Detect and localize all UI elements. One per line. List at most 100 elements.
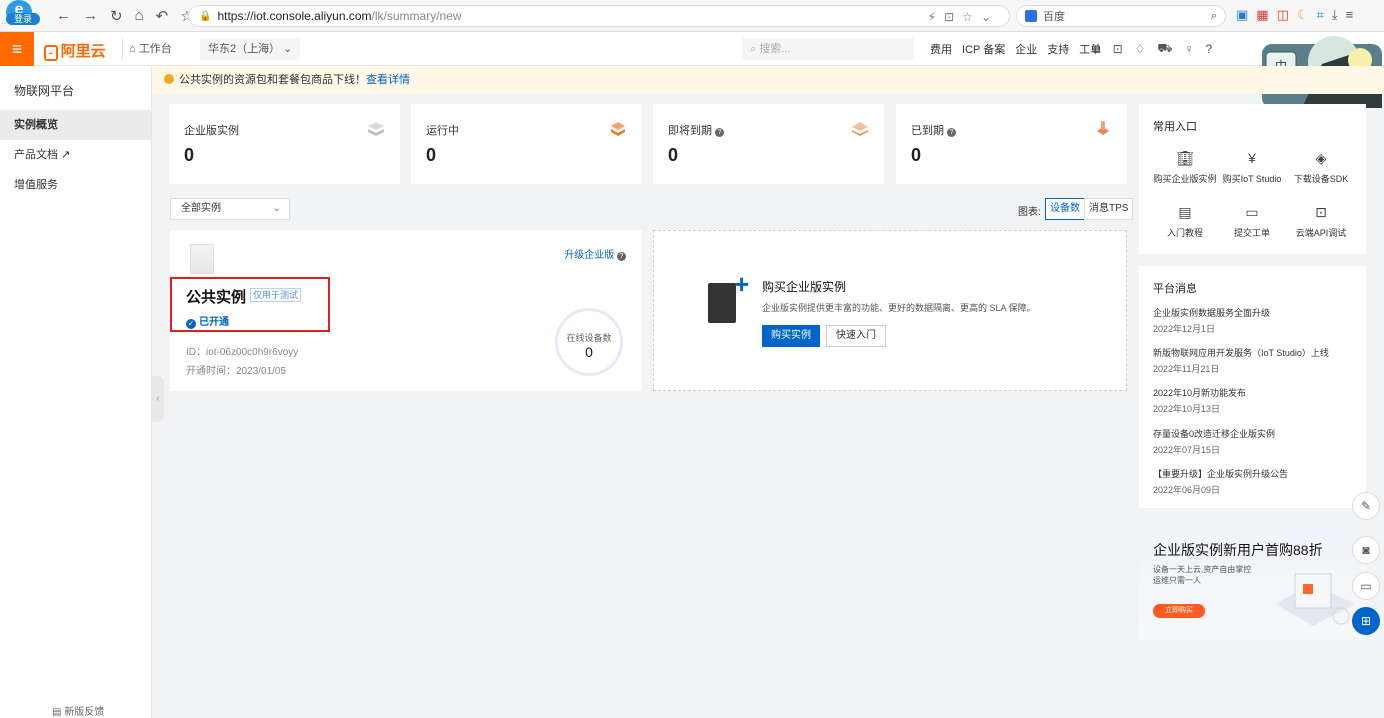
console-search-input[interactable]: ⌕ 搜索... <box>742 38 914 60</box>
messages-title: 平台消息 <box>1153 283 1197 295</box>
workbench-link[interactable]: ⌂ 工作台 <box>122 38 178 60</box>
apps-icon[interactable]: ▦ <box>1256 7 1268 23</box>
screenshot-icon[interactable]: ⊡ <box>944 10 954 24</box>
extension-icon[interactable]: ▣ <box>1236 7 1248 23</box>
code-icon[interactable]: ⧉ <box>1092 42 1101 57</box>
logo-text: 阿里云 <box>60 43 106 60</box>
edit-icon[interactable]: ✎ <box>1352 492 1380 520</box>
message-item[interactable]: 【重要升级】企业版实例升级公告 2022年06月09日 <box>1153 467 1358 496</box>
search-icon[interactable]: ⌕ <box>1211 10 1217 23</box>
terminal-icon[interactable]: ⊡ <box>1113 42 1123 56</box>
workbench-label: 工作台 <box>138 43 172 55</box>
sidebar-item-value-added[interactable]: 增值服务 <box>0 170 151 200</box>
address-bar[interactable]: 🔒 https://iot.console.aliyun.com/lk/summ… <box>188 5 1010 27</box>
forward-icon[interactable]: → <box>83 7 98 25</box>
entry-label: 购买IoT Studio <box>1222 174 1282 184</box>
instance-image <box>190 244 214 274</box>
message-item[interactable]: 企业版实例数据服务全面升级 2022年12月1日 <box>1153 306 1358 335</box>
pdf-icon[interactable]: ◫ <box>1277 7 1289 23</box>
book-icon: ▤ <box>1178 204 1192 220</box>
sidebar-collapse-button[interactable]: ‹ <box>152 376 164 422</box>
baidu-icon <box>1025 10 1037 22</box>
filter-value: 全部实例 <box>181 203 221 214</box>
public-instance-card[interactable]: 升级企业版 ? 公共实例 仅用于测试 ✓ 已开通 ID：iot-06z00c0h9… <box>170 230 642 391</box>
download-icon[interactable]: ⤓ <box>1332 7 1338 23</box>
url-host: https://iot.console.aliyun.com <box>217 9 372 23</box>
home-icon[interactable]: ⌂ <box>135 7 144 25</box>
promo-banner[interactable]: 企业版实例新用户首购88折 设备一天上云,资产自由掌控 运维只需一人 立即购买 <box>1139 518 1366 640</box>
hamburger-menu-button[interactable]: ≡ <box>0 32 34 66</box>
plus-icon: + <box>734 269 750 299</box>
search-placeholder: 搜索... <box>759 43 791 55</box>
buy-title: 购买企业版实例 <box>762 280 847 294</box>
promo-buy-button[interactable]: 立即购买 <box>1153 604 1205 618</box>
entry-buy-iot-studio[interactable]: ¥ 购买IoT Studio <box>1216 150 1288 185</box>
stat-card-running: 运行中 0 <box>411 104 642 184</box>
dropdown-icon[interactable]: ⌄ <box>981 10 991 24</box>
entry-tutorial[interactable]: ▤ 入门教程 <box>1149 204 1221 239</box>
region-label: 华东2（上海） <box>208 43 281 55</box>
sidebar-item-overview[interactable]: 实例概览 <box>0 110 151 140</box>
message-title: 新版物联网应用开发服务（IoT Studio）上线 <box>1153 348 1329 358</box>
undo-icon[interactable]: ↶ <box>156 7 169 25</box>
favorite-icon[interactable]: ☆ <box>962 10 973 24</box>
cart-icon[interactable]: ⛟ <box>1157 41 1172 57</box>
help-icon[interactable]: ? <box>617 252 626 261</box>
quick-start-button[interactable]: 快速入门 <box>826 325 886 347</box>
promo-line: 设备一天上云,资产自由掌控 <box>1153 565 1252 574</box>
promo-line: 运维只需一人 <box>1153 576 1201 585</box>
lightning-icon[interactable]: ⚡ <box>928 10 936 24</box>
crop-icon[interactable]: ⌗ <box>1317 7 1324 23</box>
entry-api-debug[interactable]: ⊡ 云端API调试 <box>1285 204 1357 239</box>
sidebar-item-docs[interactable]: 产品文档 ↗ <box>0 140 151 170</box>
help-icon[interactable]: ? <box>947 128 957 137</box>
entry-buy-enterprise[interactable]: 🏢︎ 购买企业版实例 <box>1149 150 1221 185</box>
buy-enterprise-card: + 购买企业版实例 企业版实例提供更丰富的功能、更好的数据隔离、更高的 SLA … <box>653 230 1127 391</box>
back-icon[interactable]: ← <box>56 7 71 25</box>
top-link-support[interactable]: 支持 <box>1047 41 1069 57</box>
tab-message-tps[interactable]: 消息TPS <box>1084 198 1134 220</box>
help-icon[interactable]: ? <box>715 128 725 137</box>
entry-submit-ticket[interactable]: ▭ 提交工单 <box>1216 204 1288 239</box>
instance-filter-select[interactable]: 全部实例 ⌄ <box>170 198 290 220</box>
browser-login-button[interactable]: 登录 <box>6 13 40 25</box>
message-item[interactable]: 新版物联网应用开发服务（IoT Studio）上线 2022年11月21日 <box>1153 346 1358 375</box>
chat-icon[interactable]: ▭ <box>1352 572 1380 600</box>
bulb-icon[interactable]: ♀ <box>1185 42 1194 56</box>
entry-label: 下载设备SDK <box>1293 174 1349 184</box>
upgrade-label: 升级企业版 <box>564 250 615 261</box>
stat-value: 0 <box>426 145 437 165</box>
message-date: 2022年12月1日 <box>1153 324 1216 334</box>
top-link-billing[interactable]: 费用 <box>930 41 952 57</box>
stat-value: 0 <box>911 145 922 165</box>
feedback-link[interactable]: ▤ 新版反馈 <box>52 703 104 718</box>
buy-instance-button[interactable]: 购买实例 <box>762 325 820 347</box>
tab-device-count[interactable]: 设备数 <box>1045 198 1085 220</box>
expiring-stack-icon <box>852 122 868 136</box>
entry-download-sdk[interactable]: ◈ 下载设备SDK <box>1285 150 1357 185</box>
message-item[interactable]: 存量设备0改造迁移企业版实例 2022年07月15日 <box>1153 427 1358 456</box>
camera-icon[interactable]: ◙ <box>1352 536 1380 564</box>
notice-link[interactable]: 查看详情 <box>366 74 410 86</box>
reload-icon[interactable]: ↻ <box>110 7 123 25</box>
region-selector[interactable]: 华东2（上海） ⌄ <box>200 38 301 60</box>
aliyun-logo[interactable]: - 阿里云 <box>44 40 106 61</box>
stat-card-enterprise: 企业版实例 0 <box>169 104 400 184</box>
help-icon[interactable]: ? <box>1206 42 1213 56</box>
browser-search-input[interactable]: 百度 ⌕ <box>1016 5 1226 27</box>
status-badge: ✓ 已开通 <box>186 313 229 329</box>
upgrade-link[interactable]: 升级企业版 ? <box>564 246 626 261</box>
bell-icon[interactable]: ♢ <box>1135 42 1146 56</box>
stat-value: 0 <box>184 145 195 165</box>
terminal-icon: ⊡ <box>1315 204 1327 220</box>
message-item[interactable]: 2022年10月新功能发布 2022年10月13日 <box>1153 386 1358 415</box>
stat-label-text: 已到期 <box>911 125 944 137</box>
top-link-icp[interactable]: ICP 备案 <box>962 41 1005 57</box>
apps-grid-icon[interactable]: ⊞ <box>1352 607 1380 635</box>
moon-icon[interactable]: ☾ <box>1297 7 1309 23</box>
console-topnav: ≡ - 阿里云 ⌂ 工作台 华东2（上海） ⌄ ⌕ 搜索... 费用 ICP 备案… <box>0 32 1384 66</box>
menu-icon[interactable]: ≡ <box>1346 7 1354 23</box>
top-link-enterprise[interactable]: 企业 <box>1015 41 1037 57</box>
check-icon: ✓ <box>186 319 196 329</box>
entries-title: 常用入口 <box>1153 121 1197 133</box>
